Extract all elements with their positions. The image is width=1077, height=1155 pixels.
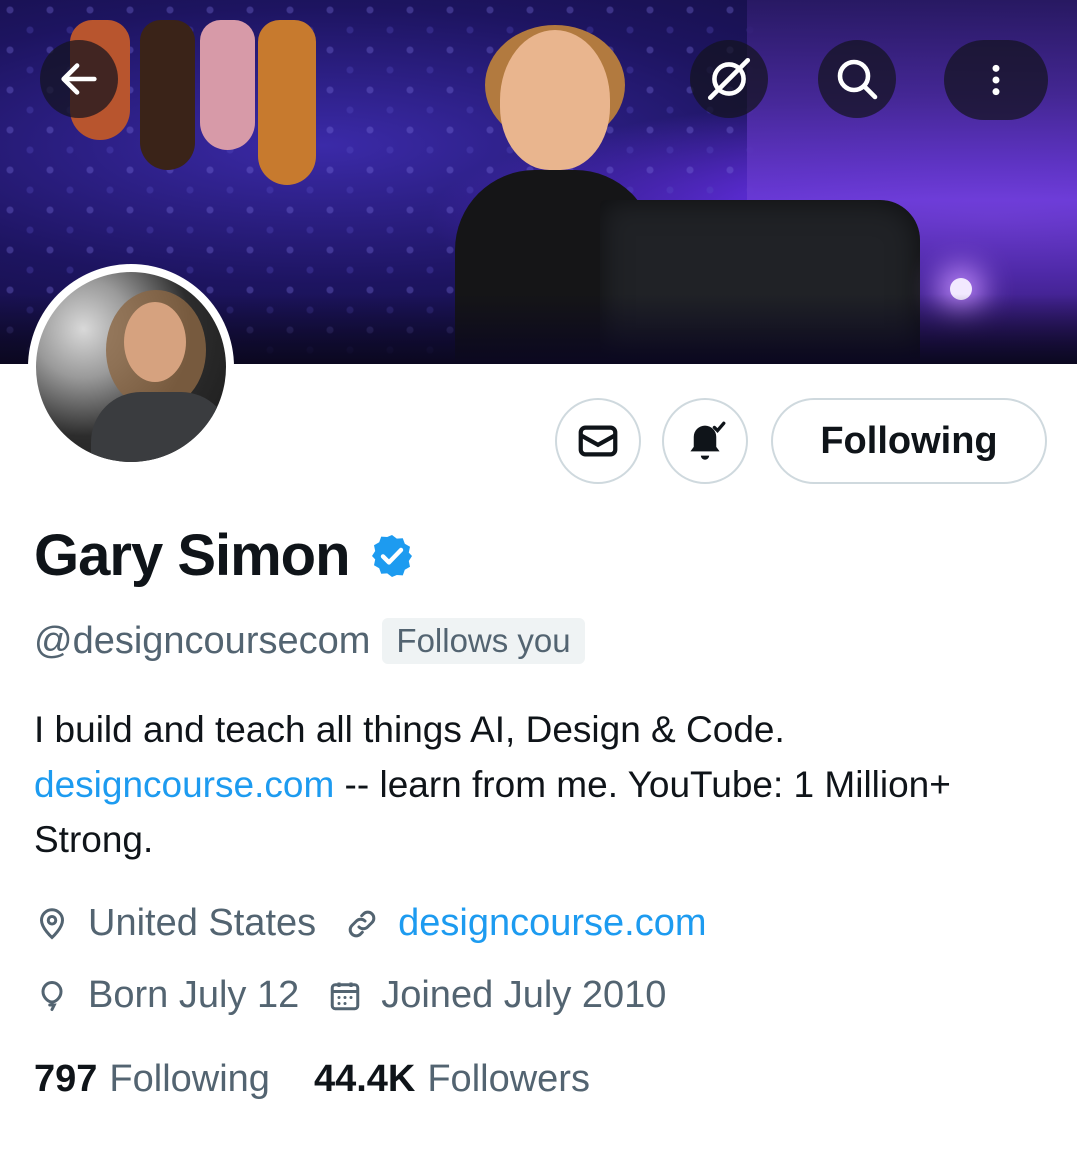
grok-button[interactable]: [690, 40, 768, 118]
search-button[interactable]: [818, 40, 896, 118]
joined-text: Joined July 2010: [381, 974, 667, 1016]
location-pin-icon: [39, 907, 65, 940]
following-count[interactable]: 797: [34, 1058, 97, 1101]
followers-label[interactable]: Followers: [427, 1058, 590, 1101]
search-icon: [837, 59, 878, 100]
handle-row: @designcoursecom Follows you: [34, 618, 585, 664]
website-item[interactable]: designcourse.com: [344, 902, 707, 945]
arrow-left-icon: [61, 63, 97, 95]
location-text: United States: [88, 902, 317, 944]
more-button[interactable]: [944, 40, 1048, 120]
more-vertical-icon: [992, 64, 1000, 96]
mail-icon: [578, 425, 618, 457]
link-icon: [348, 910, 376, 937]
bio-line-1: I build and teach all things AI, Design …: [34, 709, 785, 750]
profile-meta-row-2: Born July 12 Joined July 2010: [34, 974, 694, 1017]
avatar-image: [36, 272, 226, 462]
verified-badge-icon[interactable]: [368, 532, 416, 580]
notifications-button[interactable]: [662, 398, 748, 484]
message-button[interactable]: [555, 398, 641, 484]
guitar-image: [258, 20, 316, 185]
bell-check-icon: [690, 421, 726, 460]
profile-bio: I build and teach all things AI, Design …: [34, 702, 1034, 867]
profile-avatar[interactable]: [28, 264, 234, 470]
bio-link[interactable]: designcourse.com: [34, 764, 334, 805]
guitar-image: [140, 20, 195, 170]
website-link[interactable]: designcourse.com: [398, 902, 706, 945]
back-button[interactable]: [40, 40, 118, 118]
following-label[interactable]: Following: [109, 1058, 270, 1101]
calendar-icon: [330, 982, 360, 1010]
followers-count[interactable]: 44.4K: [314, 1058, 415, 1101]
following-button[interactable]: Following: [771, 398, 1047, 484]
birthday-text: Born July 12: [88, 974, 300, 1016]
following-button-label: Following: [820, 419, 998, 462]
profile-name: Gary Simon: [34, 523, 351, 588]
person-head: [500, 30, 610, 170]
profile-handle: @designcoursecom: [34, 619, 371, 662]
joined-item: Joined July 2010: [327, 974, 666, 1017]
balloon-icon: [41, 980, 63, 1011]
grok-icon: [707, 57, 751, 101]
profile-meta-row-1: United States designcourse.com: [34, 902, 735, 945]
follows-you-badge: Follows you: [382, 618, 585, 664]
avatar-face: [124, 302, 186, 382]
location-item: United States: [34, 902, 316, 945]
birthday-item: Born July 12: [34, 974, 299, 1017]
avatar-body: [91, 392, 226, 462]
profile-name-row: Gary Simon: [34, 522, 416, 589]
profile-stats: 797 Following 44.4K Followers: [34, 1058, 634, 1101]
guitar-image: [200, 20, 255, 150]
